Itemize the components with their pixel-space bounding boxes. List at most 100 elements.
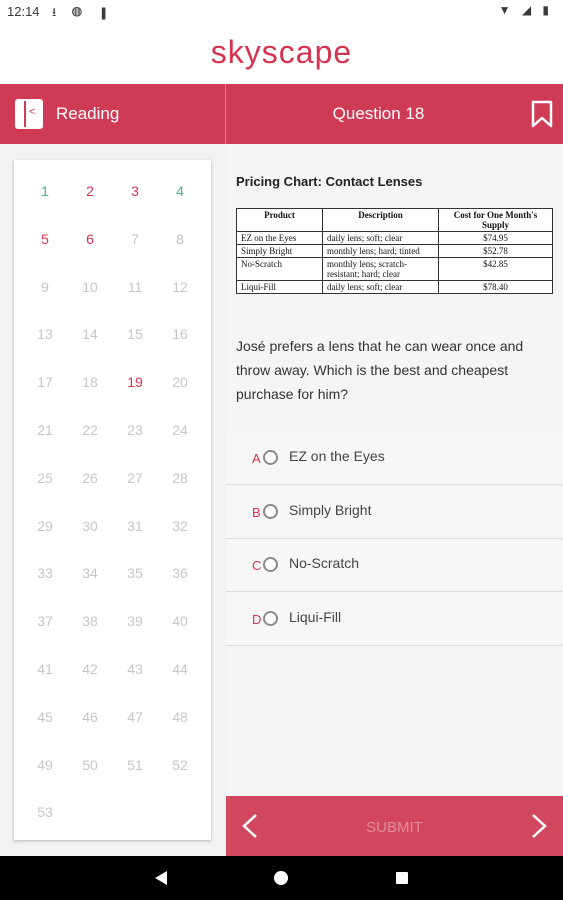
question-number-13[interactable]: 13 (25, 326, 65, 342)
answer-choice-c[interactable]: C No-Scratch (226, 539, 563, 592)
question-number-15[interactable]: 15 (115, 326, 155, 342)
table-cell: $78.40 (438, 280, 553, 294)
question-number-50[interactable]: 50 (70, 757, 110, 773)
question-number-4[interactable]: 4 (160, 183, 200, 199)
table-cell: $52.78 (438, 244, 553, 258)
radio-icon[interactable] (263, 450, 278, 465)
question-number-32[interactable]: 32 (160, 518, 200, 534)
question-number-47[interactable]: 47 (115, 709, 155, 725)
question-number-49[interactable]: 49 (25, 757, 65, 773)
question-number-36[interactable]: 36 (160, 565, 200, 581)
question-number-42[interactable]: 42 (70, 661, 110, 677)
answer-choice-b[interactable]: B Simply Bright (226, 485, 563, 539)
question-number-9[interactable]: 9 (25, 279, 65, 295)
section-tab[interactable]: < Reading (0, 84, 226, 144)
pricing-table: Product Description Cost for One Month's… (236, 208, 553, 294)
choice-letter: B (252, 504, 261, 520)
table-header: Cost for One Month's Supply (438, 208, 553, 232)
chevron-right-icon[interactable] (529, 813, 549, 839)
question-number-20[interactable]: 20 (160, 374, 200, 390)
nav-home-icon[interactable] (274, 871, 288, 885)
question-number-2[interactable]: 2 (70, 183, 110, 199)
answer-choice-d[interactable]: D Liqui-Fill (226, 592, 563, 646)
question-number-26[interactable]: 26 (70, 470, 110, 486)
system-nav-bar (0, 856, 563, 900)
choice-letter: C (252, 558, 262, 573)
table-cell: daily lens; soft; clear (322, 231, 439, 245)
question-number-22[interactable]: 22 (70, 422, 110, 438)
table-row: No-Scratch monthly lens; scratch-resistan… (236, 257, 553, 281)
question-number-19[interactable]: 19 (115, 374, 155, 390)
question-number-21[interactable]: 21 (25, 422, 65, 438)
footer-bar: SUBMIT (226, 796, 563, 856)
status-system-icons: ▼ ◢ ▮ (498, 3, 553, 17)
question-number-29[interactable]: 29 (25, 518, 65, 534)
question-number-53[interactable]: 53 (25, 804, 65, 820)
question-number-38[interactable]: 38 (70, 613, 110, 629)
question-number-7[interactable]: 7 (115, 231, 155, 247)
radio-icon[interactable] (263, 610, 278, 626)
table-cell: $74.95 (438, 231, 553, 245)
question-number-51[interactable]: 51 (115, 757, 155, 773)
question-number-40[interactable]: 40 (160, 613, 200, 629)
question-number-30[interactable]: 30 (70, 518, 110, 534)
question-number-46[interactable]: 46 (70, 709, 110, 725)
table-header-row: Product Description Cost for One Month's… (236, 208, 553, 232)
question-number-41[interactable]: 41 (25, 661, 65, 677)
radio-icon[interactable] (263, 503, 278, 519)
question-number-23[interactable]: 23 (115, 422, 155, 438)
question-number-28[interactable]: 28 (160, 470, 200, 486)
question-number-1[interactable]: 1 (25, 183, 65, 199)
app-logo: skyscape (210, 34, 353, 70)
question-number-43[interactable]: 43 (115, 661, 155, 677)
answer-choice-a[interactable]: A EZ on the Eyes (226, 432, 563, 485)
bookmark-icon[interactable] (531, 100, 553, 128)
table-cell: EZ on the Eyes (236, 231, 323, 245)
choice-text: Liqui-Fill (289, 608, 342, 625)
question-number-39[interactable]: 39 (115, 613, 155, 629)
section-label: Reading (56, 104, 120, 123)
question-number-16[interactable]: 16 (160, 326, 200, 342)
question-number-10[interactable]: 10 (70, 279, 110, 295)
question-number-5[interactable]: 5 (25, 231, 65, 247)
question-number-44[interactable]: 44 (160, 661, 200, 677)
question-number-48[interactable]: 48 (160, 709, 200, 725)
question-number-24[interactable]: 24 (160, 422, 200, 438)
table-cell: $42.85 (438, 257, 553, 281)
table-cell: Simply Bright (236, 244, 323, 258)
question-number-18[interactable]: 18 (70, 374, 110, 390)
status-bar: 12:14 ⭳ ◍ ▮ ▼ ◢ ▮ (0, 0, 563, 24)
question-number-34[interactable]: 34 (70, 565, 110, 581)
radio-icon[interactable] (263, 557, 278, 572)
table-cell: monthly lens; scratch-resistant; hard; c… (322, 257, 439, 281)
table-row: Liqui-Fill daily lens; soft; clear $78.40 (236, 280, 553, 294)
logo-bar: skyscape (0, 24, 563, 84)
question-number-17[interactable]: 17 (25, 374, 65, 390)
question-content: Pricing Chart: Contact Lenses Product De… (226, 144, 563, 796)
submit-button[interactable]: SUBMIT (226, 819, 563, 836)
question-number-33[interactable]: 33 (25, 565, 65, 581)
question-number-52[interactable]: 52 (160, 757, 200, 773)
nav-recent-icon[interactable] (396, 872, 408, 884)
table-header: Product (236, 208, 323, 232)
question-title: Question 18 (332, 104, 425, 123)
question-number-25[interactable]: 25 (25, 470, 65, 486)
question-number-31[interactable]: 31 (115, 518, 155, 534)
question-number-35[interactable]: 35 (115, 565, 155, 581)
question-number-14[interactable]: 14 (70, 326, 110, 342)
question-grid: 1 2 3 4 5 6 7 8 9 10 11 12 13 14 15 16 17 18 19 20 21 22 23 24 2… (14, 160, 211, 840)
question-number-11[interactable]: 11 (115, 279, 155, 295)
question-number-45[interactable]: 45 (25, 709, 65, 725)
question-number-12[interactable]: 12 (160, 279, 200, 295)
question-number-8[interactable]: 8 (160, 231, 200, 247)
question-number-27[interactable]: 27 (115, 470, 155, 486)
choice-text: No-Scratch (289, 555, 360, 571)
chart-title: Pricing Chart: Contact Lenses (236, 174, 423, 189)
nav-back-icon[interactable] (154, 870, 168, 886)
table-cell: No-Scratch (236, 257, 323, 281)
question-number-3[interactable]: 3 (115, 183, 155, 199)
question-number-37[interactable]: 37 (25, 613, 65, 629)
question-number-6[interactable]: 6 (70, 231, 110, 247)
table-cell: monthly lens; hard; tinted (322, 244, 439, 258)
choice-text: Simply Bright (289, 501, 372, 518)
